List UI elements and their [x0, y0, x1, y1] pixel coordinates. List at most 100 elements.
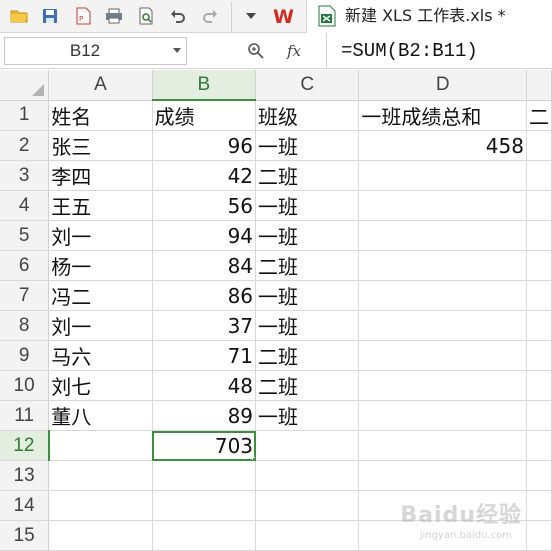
cell-c12[interactable]	[255, 430, 360, 461]
row-header[interactable]: 3	[0, 160, 50, 191]
save-icon[interactable]	[39, 5, 61, 27]
cell-e4[interactable]	[526, 190, 552, 221]
dropdown-icon[interactable]	[240, 5, 262, 27]
cell-e8[interactable]	[526, 310, 552, 341]
column-header-c[interactable]: C	[255, 70, 360, 101]
row-header[interactable]: 10	[0, 370, 50, 401]
cell-b1[interactable]: 成绩	[152, 100, 257, 131]
cell-d3[interactable]	[358, 160, 527, 191]
cell-d10[interactable]	[358, 370, 527, 401]
cell-d2[interactable]: 458	[358, 130, 527, 161]
cell-c11[interactable]: 一班	[255, 400, 360, 431]
cell-e5[interactable]	[526, 220, 552, 251]
formula-input[interactable]: =SUM(B2:B11)	[326, 33, 552, 68]
cell-a1[interactable]: 姓名	[48, 100, 153, 131]
cell-d9[interactable]	[358, 340, 527, 371]
undo-icon[interactable]	[167, 5, 189, 27]
row-header[interactable]: 7	[0, 280, 50, 311]
cell-a9[interactable]: 马六	[48, 340, 153, 371]
chevron-down-icon[interactable]	[173, 48, 181, 53]
row-header[interactable]: 1	[0, 100, 50, 131]
column-header-a[interactable]: A	[48, 70, 153, 101]
cell-e13[interactable]	[526, 460, 552, 491]
cell-d1[interactable]: 一班成绩总和	[358, 100, 527, 131]
row-header[interactable]: 8	[0, 310, 50, 341]
cell-a2[interactable]: 张三	[48, 130, 153, 161]
cell-a4[interactable]: 王五	[48, 190, 153, 221]
cell-d12[interactable]	[358, 430, 527, 461]
document-tab[interactable]: 新建 XLS 工作表.xls *	[306, 0, 552, 33]
cell-c3[interactable]: 二班	[255, 160, 360, 191]
row-header[interactable]: 2	[0, 130, 50, 161]
print-preview-icon[interactable]	[135, 5, 157, 27]
cell-a11[interactable]: 董八	[48, 400, 153, 431]
cell-e1[interactable]: 二	[526, 100, 552, 131]
export-pdf-icon[interactable]: P	[72, 5, 94, 27]
cell-a3[interactable]: 李四	[48, 160, 153, 191]
cell-c5[interactable]: 一班	[255, 220, 360, 251]
column-header-b[interactable]: B	[152, 70, 257, 101]
cell-d5[interactable]	[358, 220, 527, 251]
cell-b6[interactable]: 84	[152, 250, 257, 281]
cell-b3[interactable]: 42	[152, 160, 257, 191]
cell-b7[interactable]: 86	[152, 280, 257, 311]
cell-a14[interactable]	[48, 490, 153, 521]
row-header[interactable]: 4	[0, 190, 50, 221]
cell-a7[interactable]: 冯二	[48, 280, 153, 311]
cell-a13[interactable]	[48, 460, 153, 491]
select-all-corner[interactable]	[0, 70, 50, 101]
cell-d8[interactable]	[358, 310, 527, 341]
cell-b14[interactable]	[152, 490, 257, 521]
cell-d11[interactable]	[358, 400, 527, 431]
cell-a8[interactable]: 刘一	[48, 310, 153, 341]
cell-a5[interactable]: 刘一	[48, 220, 153, 251]
row-header[interactable]: 5	[0, 220, 50, 251]
cell-c1[interactable]: 班级	[255, 100, 360, 131]
cell-c2[interactable]: 一班	[255, 130, 360, 161]
row-header[interactable]: 6	[0, 250, 50, 281]
cell-a12[interactable]	[48, 430, 153, 461]
cell-b15[interactable]	[152, 520, 257, 551]
cell-d7[interactable]	[358, 280, 527, 311]
cell-b2[interactable]: 96	[152, 130, 257, 161]
cell-e14[interactable]	[526, 490, 552, 521]
cell-e3[interactable]	[526, 160, 552, 191]
print-icon[interactable]	[103, 5, 125, 27]
cell-e15[interactable]	[526, 520, 552, 551]
row-header[interactable]: 13	[0, 460, 50, 491]
row-header[interactable]: 11	[0, 400, 50, 431]
insert-function-button[interactable]: fx	[282, 39, 306, 63]
cell-e6[interactable]	[526, 250, 552, 281]
cell-a10[interactable]: 刘七	[48, 370, 153, 401]
cell-c13[interactable]	[255, 460, 360, 491]
cell-e10[interactable]	[526, 370, 552, 401]
cell-a15[interactable]	[48, 520, 153, 551]
cell-b9[interactable]: 71	[152, 340, 257, 371]
zoom-lookup-icon[interactable]	[247, 42, 265, 60]
cell-c4[interactable]: 一班	[255, 190, 360, 221]
redo-icon[interactable]	[199, 5, 221, 27]
name-box[interactable]: B12	[4, 37, 187, 65]
cell-c10[interactable]: 二班	[255, 370, 360, 401]
fill-handle[interactable]	[252, 457, 255, 460]
cell-b11[interactable]: 89	[152, 400, 257, 431]
cell-c8[interactable]: 一班	[255, 310, 360, 341]
cell-e11[interactable]	[526, 400, 552, 431]
row-header[interactable]: 9	[0, 340, 50, 371]
column-header-e[interactable]	[526, 70, 552, 101]
cell-c9[interactable]: 二班	[255, 340, 360, 371]
cell-d13[interactable]	[358, 460, 527, 491]
row-header[interactable]: 14	[0, 490, 50, 521]
cell-e12[interactable]	[526, 430, 552, 461]
cell-b10[interactable]: 48	[152, 370, 257, 401]
cell-b13[interactable]	[152, 460, 257, 491]
cell-e9[interactable]	[526, 340, 552, 371]
cell-d6[interactable]	[358, 250, 527, 281]
open-folder-icon[interactable]	[8, 5, 30, 27]
row-header[interactable]: 12	[0, 430, 50, 461]
cell-c7[interactable]: 一班	[255, 280, 360, 311]
cell-a6[interactable]: 杨一	[48, 250, 153, 281]
wps-logo-icon[interactable]: W	[272, 5, 298, 27]
cell-d15[interactable]	[358, 520, 527, 551]
cell-e7[interactable]	[526, 280, 552, 311]
